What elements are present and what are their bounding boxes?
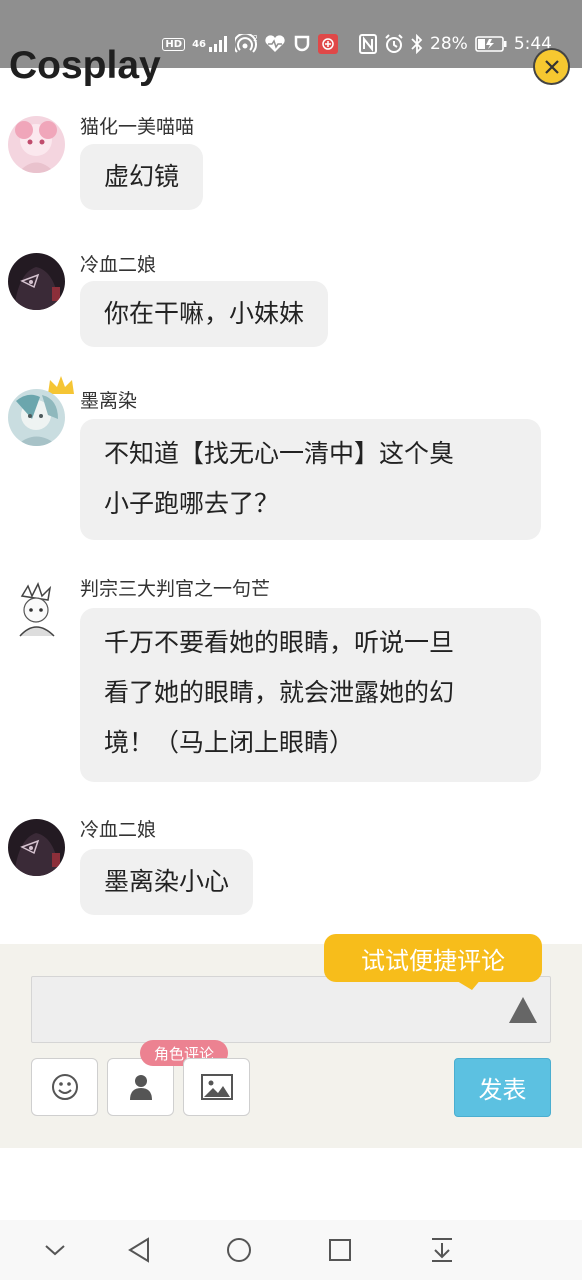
composer-panel: 试试便捷评论 角色评论 发表 xyxy=(0,934,582,1148)
nav-download-button[interactable] xyxy=(424,1232,460,1268)
recents-icon xyxy=(329,1239,351,1261)
message-bubble: 千万不要看她的眼睛，听说一旦 看了她的眼睛，就会泄露她的幻 境！（马上闭上眼睛） xyxy=(80,608,541,782)
publish-button[interactable]: 发表 xyxy=(454,1058,551,1117)
message-line: 虚幻镜 xyxy=(104,162,180,191)
message-bubble: 墨离染小心 xyxy=(80,849,254,915)
message-line: 墨离染小心 xyxy=(104,867,230,896)
message-bubble: 你在干嘛，小妹妹 xyxy=(80,281,329,347)
message-bubble: 不知道【找无心一清中】这个臭 小子跑哪去了？ xyxy=(80,419,541,540)
message-line: 境！（马上闭上眼睛） xyxy=(104,728,355,757)
message-bubble: 虚幻镜 xyxy=(80,144,204,210)
expand-arrow-icon[interactable] xyxy=(508,996,538,1024)
avatar[interactable] xyxy=(8,582,65,639)
avatar[interactable] xyxy=(8,253,65,310)
alarm-icon xyxy=(384,34,404,54)
image-icon xyxy=(200,1074,233,1100)
chevron-down-icon xyxy=(45,1245,65,1256)
emoji-icon xyxy=(51,1074,78,1100)
hotspot-icon: 2 xyxy=(235,34,257,54)
quick-comment-tooltip[interactable]: 试试便捷评论 xyxy=(324,934,542,990)
system-nav-bar xyxy=(0,1220,582,1280)
nav-back-button[interactable] xyxy=(121,1232,157,1268)
home-icon xyxy=(227,1238,251,1262)
message-line: 看了她的眼睛，就会泄露她的幻 xyxy=(104,678,455,707)
network-type: 46 xyxy=(192,38,207,50)
battery-percent: 28% xyxy=(430,34,468,54)
avatar[interactable] xyxy=(8,389,65,446)
image-button[interactable] xyxy=(183,1058,250,1116)
username: 猫化一美喵喵 xyxy=(80,116,195,138)
nav-home-button[interactable] xyxy=(221,1232,257,1268)
nav-collapse-button[interactable] xyxy=(37,1232,73,1268)
page-title: Cosplay xyxy=(9,44,161,87)
avatar[interactable] xyxy=(8,819,65,876)
publish-label: 发表 xyxy=(478,1076,527,1104)
bluetooth-icon xyxy=(411,34,423,54)
message-line: 小子跑哪去了？ xyxy=(104,489,280,518)
download-icon xyxy=(432,1238,452,1262)
tooltip-tail xyxy=(452,978,482,990)
nav-recents-button[interactable] xyxy=(322,1232,358,1268)
back-icon xyxy=(128,1237,149,1263)
signal-icon: 46 xyxy=(192,36,228,52)
avatar[interactable] xyxy=(8,116,65,173)
close-icon xyxy=(544,59,559,74)
role-button[interactable] xyxy=(107,1058,174,1116)
role-icon xyxy=(129,1075,152,1100)
username: 冷血二娘 xyxy=(80,819,157,841)
emoji-button[interactable] xyxy=(31,1058,98,1116)
shield-icon xyxy=(293,35,311,53)
svg-text:2: 2 xyxy=(253,34,257,43)
username: 判宗三大判官之一句芒 xyxy=(80,578,271,600)
tooltip-label: 试试便捷评论 xyxy=(361,946,505,975)
status-icons: HD 46 2 28% 5:44 xyxy=(162,32,552,56)
message-line: 你在干嘛，小妹妹 xyxy=(104,299,305,328)
message-line: 不知道【找无心一清中】这个臭 xyxy=(104,439,455,468)
hd-icon: HD xyxy=(162,37,186,51)
username: 墨离染 xyxy=(80,390,138,412)
username: 冷血二娘 xyxy=(80,254,157,276)
nfc-icon xyxy=(359,34,378,54)
battery-icon xyxy=(475,36,507,52)
health-icon xyxy=(264,35,286,53)
close-button[interactable] xyxy=(533,48,570,85)
app-badge-icon xyxy=(318,34,339,54)
message-line: 千万不要看她的眼睛，听说一旦 xyxy=(104,628,455,657)
